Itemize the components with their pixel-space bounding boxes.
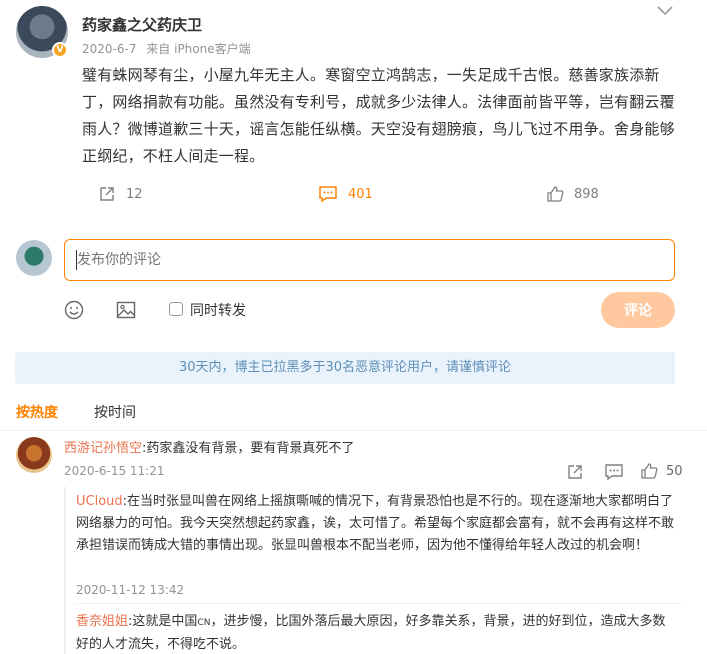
reply-user[interactable]: 香奈姐姐 — [76, 614, 128, 629]
like-count: 898 — [574, 186, 599, 202]
reply-item: 香奈姐姐:这就是中国CN，进步慢，比国外落后最大原因，好多靠关系，背景，进的好到… — [76, 611, 676, 654]
post-meta: 2020-6-7 来自 iPhone客户端 — [82, 40, 257, 57]
comment-input[interactable] — [64, 239, 675, 281]
thumbs-up-icon — [641, 463, 658, 479]
post-source: 来自 iPhone客户端 — [146, 42, 251, 56]
image-upload-button[interactable] — [116, 300, 136, 324]
reply-text: :这就是中国 — [128, 614, 198, 629]
post-content: 璧有蛛网琴有尘，小屋九年无主人。寒窗空立鸿鹄志，一失足成千古恨。慈善家族添新丁，… — [82, 66, 675, 165]
share-icon — [100, 187, 114, 201]
thumbs-up-icon — [547, 186, 564, 202]
commenter-name[interactable]: 西游记孙悟空 — [64, 441, 142, 456]
comment-reply-button[interactable] — [604, 463, 624, 485]
emoji-icon — [64, 300, 84, 320]
comment-like-count: 50 — [666, 463, 683, 479]
emoji-button[interactable] — [64, 300, 84, 324]
comment-share-button[interactable] — [566, 463, 584, 485]
blocklist-notice: 30天内，博主已拉黑多于30名恶意评论用户，请谨慎评论 — [15, 352, 675, 384]
comment-text: :药家鑫没有背景，要有背景真死不了 — [142, 441, 355, 456]
comment-count: 401 — [348, 186, 373, 202]
comment-icon — [319, 186, 337, 203]
share-icon — [568, 465, 582, 479]
reply-cn-tag: CN — [197, 618, 211, 628]
author-name[interactable]: 药家鑫之父药庆卫 — [82, 14, 202, 35]
reply-thread: UCloud:在当时张显叫兽在网络上摇旗嘶喊的情况下，有背景恐怕也是不行的。现在… — [64, 487, 682, 654]
reply-divider — [76, 603, 682, 604]
reply-item: UCloud:在当时张显叫兽在网络上摇旗嘶喊的情况下，有背景恐怕也是不行的。现在… — [76, 491, 676, 557]
comment-time: 2020-6-15 11:21 — [64, 464, 165, 478]
my-avatar — [16, 240, 52, 276]
post-date[interactable]: 2020-6-7 — [82, 42, 136, 56]
repost-checkbox[interactable] — [169, 302, 183, 316]
divider — [0, 430, 707, 431]
submit-comment-button[interactable]: 评论 — [601, 292, 675, 328]
reply-time: 2020-11-12 13:42 — [76, 583, 185, 597]
verified-badge-icon: V — [52, 42, 68, 58]
reply-text: :在当时张显叫兽在网络上摇旗嘶喊的情况下，有背景恐怕也是不行的。现在逐渐地大家都… — [76, 494, 675, 553]
repost-label[interactable]: 同时转发 — [190, 300, 246, 320]
tab-sort-by-hot[interactable]: 按热度 — [16, 402, 58, 422]
comment-body: 西游记孙悟空:药家鑫没有背景，要有背景真死不了 — [64, 438, 354, 460]
share-button[interactable]: 12 — [98, 184, 143, 204]
image-icon — [116, 301, 136, 319]
comment-button[interactable]: 401 — [318, 184, 373, 204]
chevron-down-icon[interactable] — [656, 2, 674, 16]
comment-like-button[interactable]: 50 — [640, 462, 683, 480]
tab-sort-by-time[interactable]: 按时间 — [94, 402, 136, 422]
text-cursor — [76, 250, 77, 270]
reply-user[interactable]: UCloud — [76, 494, 123, 509]
comment-icon — [605, 464, 623, 481]
like-button[interactable]: 898 — [546, 184, 599, 204]
share-count: 12 — [126, 186, 143, 202]
commenter-avatar[interactable] — [16, 437, 52, 473]
